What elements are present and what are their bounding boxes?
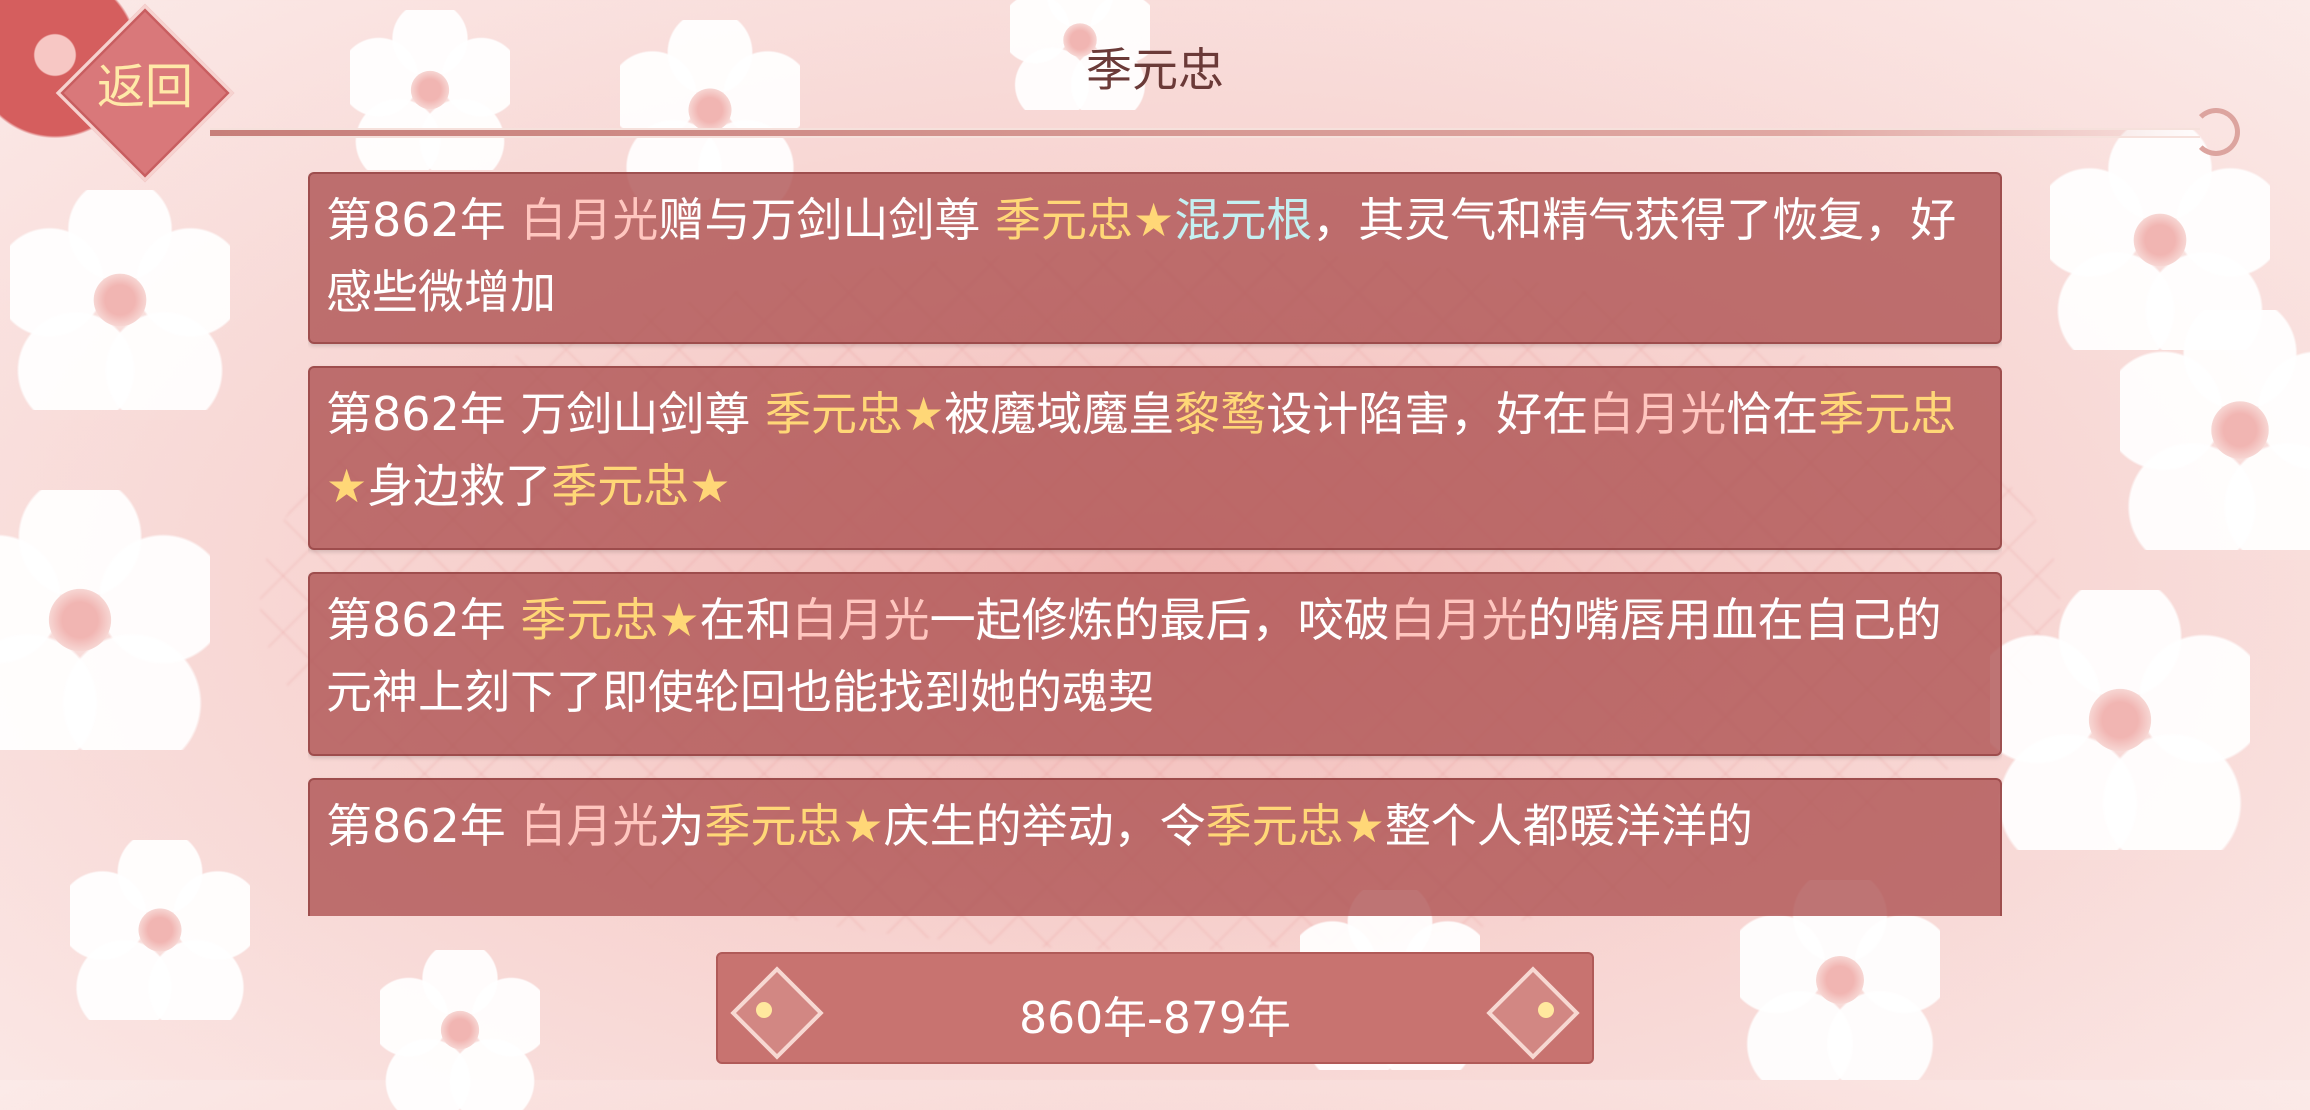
entry-text-segment: 一起修炼的最后，咬破 xyxy=(929,593,1390,647)
entry-text-segment: 白月光 xyxy=(1389,593,1528,647)
page-title: 季元忠 xyxy=(1086,43,1224,97)
entry-text-segment: 庆生的举动，令 xyxy=(883,799,1206,853)
entry-text-segment: 黎鹜 xyxy=(1174,387,1267,441)
entry-text-segment: 为 xyxy=(658,799,705,853)
entry-text-segment: 季元忠★ xyxy=(551,459,731,513)
entry-text-segment: 白月光 xyxy=(1588,387,1727,441)
event-entry: 第862年 万剑山剑尊 季元忠★被魔域魔皇黎鹜设计陷害，好在白月光恰在季元忠★身… xyxy=(308,366,2002,550)
event-entry: 第862年 季元忠★在和白月光一起修炼的最后，咬破白月光的嘴唇用血在自己的元神上… xyxy=(308,572,2002,756)
entry-text-segment: 白月光 xyxy=(520,799,659,853)
blossom-decoration xyxy=(1990,590,2250,850)
entry-text-segment: 白月光 xyxy=(520,193,659,247)
entry-text-segment: 季元忠★ xyxy=(520,593,700,647)
entry-text-segment: 混元根 xyxy=(1174,193,1313,247)
event-entry: 第862年 白月光为季元忠★庆生的举动，令季元忠★整个人都暖洋洋的 xyxy=(308,778,2002,916)
entry-text-segment: 季元忠★ xyxy=(765,387,945,441)
blossom-decoration xyxy=(10,190,231,410)
blossom-decoration xyxy=(0,490,210,750)
entry-text-segment: 第862年 xyxy=(326,799,521,853)
blossom-decoration xyxy=(2120,310,2310,550)
entry-text-segment: 第862年 xyxy=(326,593,521,647)
entry-text-segment: 白月光 xyxy=(791,593,930,647)
entry-text-segment: 赠与万剑山剑尊 xyxy=(658,193,996,247)
year-range-selector: 860年-879年 xyxy=(716,952,1594,1064)
header-divider xyxy=(210,128,2200,138)
ornate-right-arrow-icon xyxy=(1486,966,1580,1060)
entry-text-segment: 第862年 xyxy=(326,193,521,247)
event-log-list[interactable]: 第862年 白月光赠与万剑山剑尊 季元忠★混元根，其灵气和精气获得了恢复，好感些… xyxy=(308,172,2002,916)
event-entry: 第862年 白月光赠与万剑山剑尊 季元忠★混元根，其灵气和精气获得了恢复，好感些… xyxy=(308,172,2002,344)
entry-text-segment: 第862年 万剑山剑尊 xyxy=(326,387,766,441)
entry-text-segment: 在和 xyxy=(699,593,792,647)
entry-text-segment: 季元忠★ xyxy=(1205,799,1385,853)
entry-text-segment: 身边救了 xyxy=(367,459,552,513)
entry-text-segment: 被魔域魔皇 xyxy=(944,387,1175,441)
year-range-label: 860年-879年 xyxy=(1019,993,1291,1044)
next-range-button[interactable] xyxy=(1486,960,1588,1060)
blossom-decoration xyxy=(380,950,540,1110)
right-dot-icon xyxy=(1538,1002,1554,1018)
entry-text-segment: 季元忠★ xyxy=(995,193,1175,247)
entry-text-segment: 恰在 xyxy=(1726,387,1819,441)
entry-text-segment: 季元忠★ xyxy=(704,799,884,853)
entry-text-segment: 设计陷害，好在 xyxy=(1266,387,1589,441)
divider-curl-icon xyxy=(2192,108,2240,156)
entry-text-segment: 整个人都暖洋洋的 xyxy=(1384,799,1753,853)
blossom-decoration xyxy=(70,840,250,1020)
